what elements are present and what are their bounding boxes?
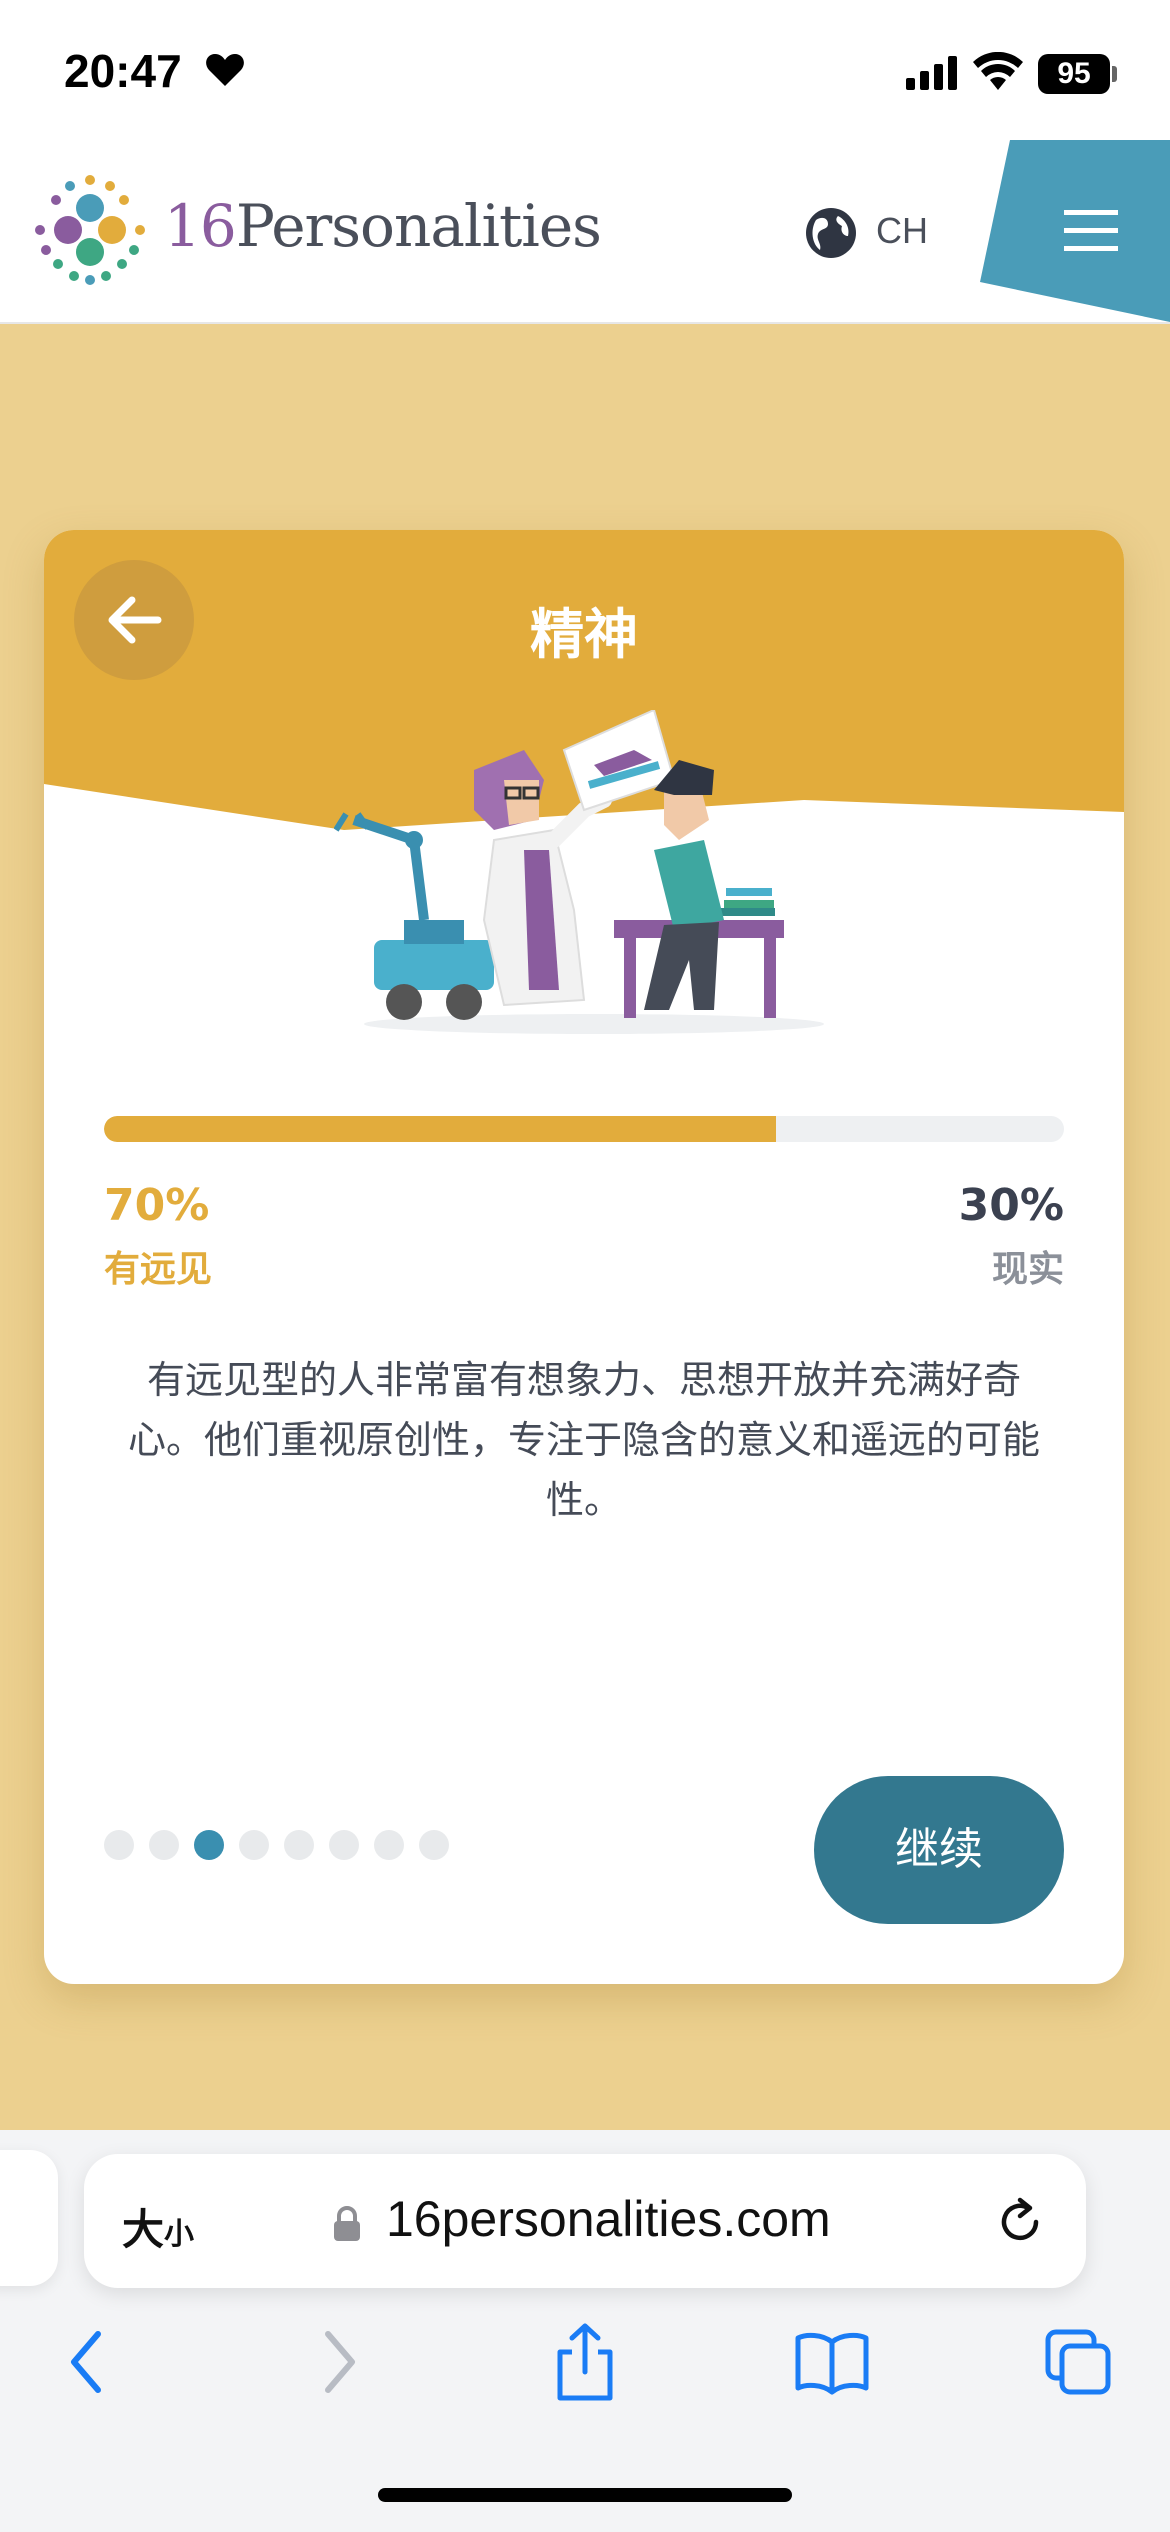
language-selector[interactable]: CH bbox=[876, 210, 928, 252]
address-bar[interactable]: 大小 16personalities.com bbox=[84, 2154, 1086, 2288]
back-nav-icon[interactable] bbox=[64, 2322, 108, 2402]
left-trait-label: 有远见 bbox=[104, 1249, 213, 1290]
right-trait-percent: 30% bbox=[958, 1180, 1064, 1231]
lock-icon bbox=[334, 2206, 360, 2241]
pager-dot[interactable] bbox=[194, 1830, 224, 1860]
tabs-icon[interactable] bbox=[1042, 2322, 1114, 2402]
status-bar: 20:47 95 bbox=[0, 0, 1170, 140]
pager-dot[interactable] bbox=[419, 1830, 449, 1860]
menu-button[interactable] bbox=[980, 140, 1170, 322]
pager-dot[interactable] bbox=[284, 1830, 314, 1860]
text-size-button[interactable]: 大小 bbox=[122, 2196, 194, 2257]
result-card: 精神 70% 有远见 30% 现实 有远见型的人非常富有想象力、思想开放并充满好… bbox=[44, 530, 1124, 1984]
home-indicator[interactable] bbox=[378, 2488, 792, 2502]
status-time: 20:47 bbox=[64, 45, 182, 97]
bookmarks-icon[interactable] bbox=[794, 2322, 870, 2402]
globe-icon[interactable] bbox=[804, 206, 858, 260]
pager-dot[interactable] bbox=[374, 1830, 404, 1860]
pager-dot[interactable] bbox=[149, 1830, 179, 1860]
browser-chrome: 大小 16personalities.com bbox=[0, 2130, 1170, 2532]
battery-level: 95 bbox=[1038, 54, 1110, 94]
trait-description: 有远见型的人非常富有想象力、思想开放并充满好奇心。他们重视原创性，专注于隐含的意… bbox=[127, 1358, 1040, 1522]
previous-tab-preview[interactable] bbox=[0, 2150, 58, 2286]
reload-icon[interactable] bbox=[990, 2192, 1050, 2252]
trait-progress-fill bbox=[104, 1116, 776, 1142]
pager-dot[interactable] bbox=[329, 1830, 359, 1860]
left-trait-percent: 70% bbox=[104, 1180, 210, 1231]
heart-icon bbox=[206, 54, 244, 86]
cellular-signal-icon bbox=[906, 56, 957, 90]
continue-button[interactable]: 继续 bbox=[814, 1776, 1064, 1924]
site-header: 16Personalities CH bbox=[0, 140, 1170, 324]
pager-dot[interactable] bbox=[104, 1830, 134, 1860]
battery-tip bbox=[1112, 66, 1117, 82]
forward-nav-icon[interactable] bbox=[318, 2322, 362, 2402]
share-icon[interactable] bbox=[550, 2322, 620, 2402]
pager-dot[interactable] bbox=[239, 1830, 269, 1860]
scientists-illustration bbox=[334, 710, 824, 1034]
brand-logo-text[interactable]: 16Personalities bbox=[164, 192, 602, 260]
right-trait-label: 现实 bbox=[991, 1249, 1064, 1290]
url-text[interactable]: 16personalities.com bbox=[386, 2190, 831, 2248]
card-title: 精神 bbox=[530, 603, 638, 666]
wifi-icon bbox=[973, 52, 1023, 90]
logo-dots-icon[interactable] bbox=[30, 170, 150, 290]
trait-progress-bar bbox=[104, 1116, 1064, 1142]
